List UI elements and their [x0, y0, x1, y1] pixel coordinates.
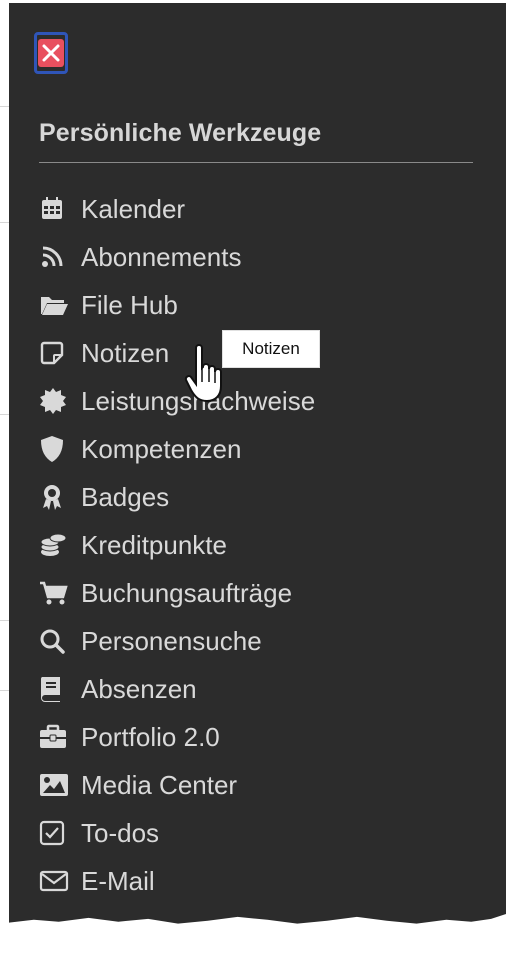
coins-icon [39, 531, 73, 559]
menu-item-portfolio[interactable]: Portfolio 2.0 [39, 713, 315, 761]
book-icon [39, 675, 73, 703]
menu-item-to-dos[interactable]: To-dos [39, 809, 315, 857]
menu-item-email[interactable]: E-Mail [39, 857, 315, 905]
briefcase-icon [39, 723, 73, 751]
close-x-icon [38, 39, 64, 67]
menu-item-label: Media Center [81, 769, 238, 800]
close-button[interactable] [34, 32, 68, 74]
divider [39, 162, 473, 163]
menu-item-label: Abonnements [81, 241, 242, 272]
shield-icon [39, 435, 73, 463]
note-icon [39, 339, 73, 367]
image-icon [39, 771, 73, 799]
checkbox-icon [39, 819, 73, 847]
menu-item-label: Kompetenzen [81, 433, 242, 464]
menu-item-buchungsauftraege[interactable]: Buchungsaufträge [39, 569, 315, 617]
rss-icon [39, 243, 73, 271]
background-line [0, 620, 10, 621]
personal-tools-panel: Persönliche Werkzeuge Kalender Abonnemen… [9, 3, 506, 924]
menu-item-label: Kreditpunkte [81, 529, 227, 560]
menu-item-kreditpunkte[interactable]: Kreditpunkte [39, 521, 315, 569]
menu-item-label: File Hub [81, 289, 178, 320]
envelope-icon [39, 867, 73, 895]
background-line [0, 414, 10, 415]
certificate-seal-icon [39, 387, 73, 415]
menu-item-kalender[interactable]: Kalender [39, 185, 315, 233]
menu-item-kompetenzen[interactable]: Kompetenzen [39, 425, 315, 473]
search-icon [39, 627, 73, 655]
menu-item-label: Notizen [81, 337, 170, 368]
hand-pointer-cursor-icon [184, 344, 224, 409]
background-line [0, 690, 10, 691]
menu-item-label: Kalender [81, 193, 186, 224]
menu-item-label: Personensuche [81, 625, 262, 656]
menu-item-label: To-dos [81, 817, 160, 848]
background-line [0, 222, 10, 223]
menu-item-file-hub[interactable]: File Hub [39, 281, 315, 329]
menu-item-label: E-Mail [81, 865, 155, 896]
notizen-tooltip: Notizen [222, 330, 320, 368]
menu-item-label: Buchungsaufträge [81, 577, 293, 608]
personal-tools-menu: Kalender Abonnements File Hub Notizen Le… [39, 185, 315, 905]
menu-item-absenzen[interactable]: Absenzen [39, 665, 315, 713]
folder-open-icon [39, 291, 73, 319]
menu-item-label: Badges [81, 481, 170, 512]
menu-item-media-center[interactable]: Media Center [39, 761, 315, 809]
cart-icon [39, 579, 73, 607]
menu-item-leistungsnachweise[interactable]: Leistungsnachweise [39, 377, 315, 425]
menu-item-label: Portfolio 2.0 [81, 721, 220, 752]
menu-item-abonnements[interactable]: Abonnements [39, 233, 315, 281]
background-line [0, 106, 10, 107]
menu-item-personensuche[interactable]: Personensuche [39, 617, 315, 665]
award-icon [39, 483, 73, 511]
menu-item-badges[interactable]: Badges [39, 473, 315, 521]
menu-item-label: Absenzen [81, 673, 197, 704]
screenshot-stage: Persönliche Werkzeuge Kalender Abonnemen… [0, 0, 510, 964]
section-title: Persönliche Werkzeuge [39, 119, 322, 147]
calendar-icon [39, 195, 73, 223]
